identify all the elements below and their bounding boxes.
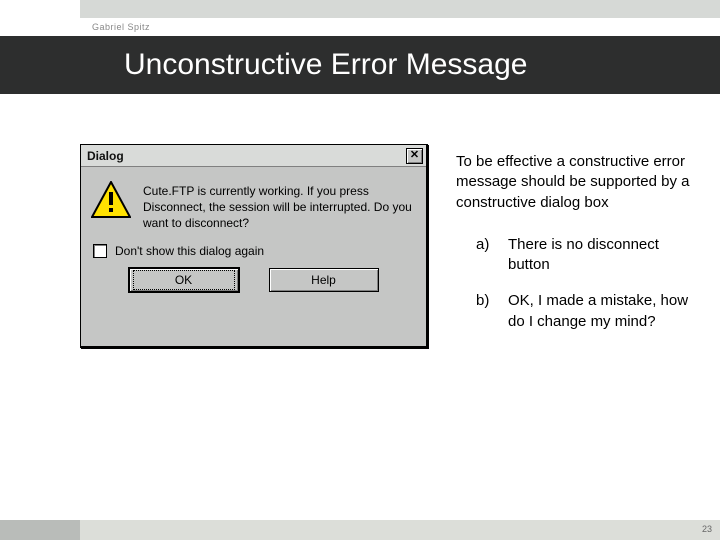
footer-main: 23: [80, 520, 720, 540]
list-item-text: OK, I made a mistake, how do I change my…: [508, 291, 692, 332]
close-icon[interactable]: ✕: [406, 148, 423, 164]
author-name: Gabriel Spitz: [0, 18, 720, 36]
ok-button[interactable]: OK: [129, 268, 239, 292]
top-accent-bar: [80, 0, 720, 18]
page-number: 23: [702, 524, 712, 534]
list-item-text: There is no disconnect button: [508, 235, 692, 276]
list-item-label: a): [476, 235, 498, 276]
slide-title: Unconstructive Error Message: [0, 36, 720, 94]
dialog-button-row: OK Help: [81, 266, 426, 306]
dont-show-checkbox[interactable]: [93, 244, 107, 258]
footer-accent: [0, 520, 80, 540]
error-dialog: Dialog ✕ Cute.FTP is currently working. …: [80, 144, 428, 348]
explanation-list: a) There is no disconnect button b) OK, …: [456, 235, 692, 332]
list-item-label: b): [476, 291, 498, 332]
dialog-message: Cute.FTP is currently working. If you pr…: [143, 181, 414, 232]
help-button[interactable]: Help: [269, 268, 379, 292]
dialog-checkbox-row: Don't show this dialog again: [81, 240, 426, 266]
dialog-body: Cute.FTP is currently working. If you pr…: [81, 167, 426, 240]
footer-bar: 23: [0, 520, 720, 540]
dont-show-label: Don't show this dialog again: [115, 244, 264, 258]
ok-button-label: OK: [133, 270, 235, 290]
explanation-main-text: To be effective a constructive error mes…: [456, 152, 692, 213]
dialog-title-text: Dialog: [87, 149, 124, 163]
dialog-titlebar: Dialog ✕: [81, 145, 426, 167]
explanation-panel: To be effective a constructive error mes…: [456, 144, 700, 348]
warning-icon: [91, 181, 131, 219]
slide-content: Dialog ✕ Cute.FTP is currently working. …: [0, 94, 720, 348]
list-item: b) OK, I made a mistake, how do I change…: [476, 291, 692, 332]
list-item: a) There is no disconnect button: [476, 235, 692, 276]
